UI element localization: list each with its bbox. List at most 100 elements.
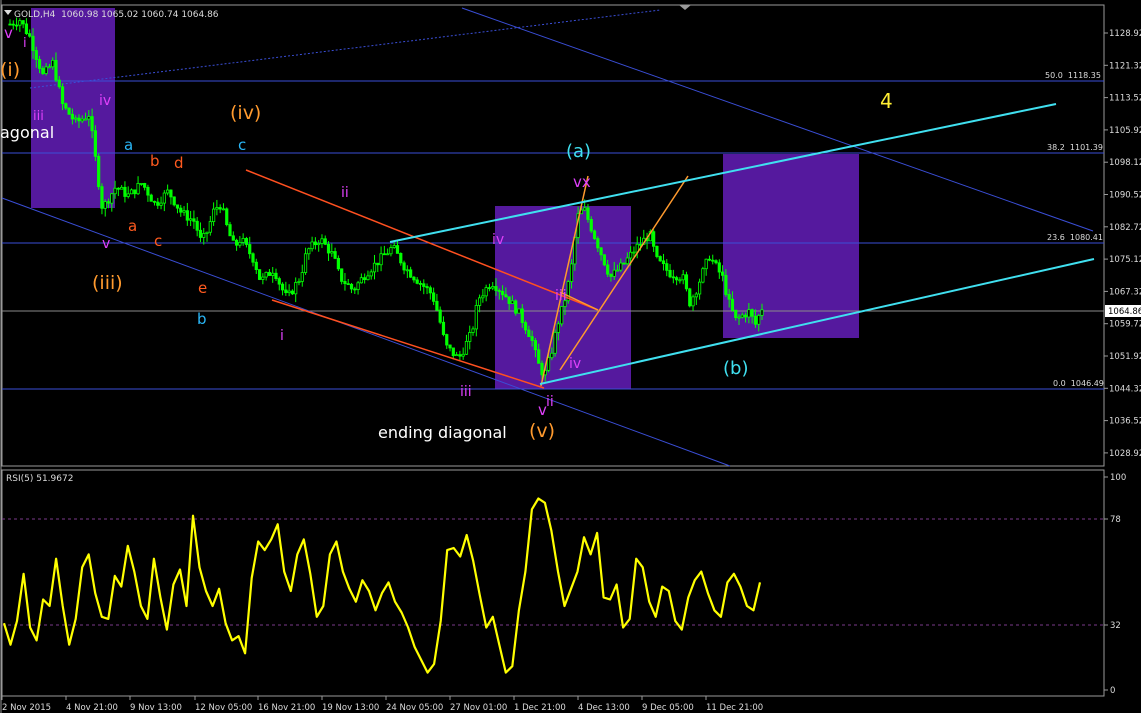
candle-body [533, 340, 538, 351]
candle-body [405, 269, 409, 272]
candle-body [346, 283, 350, 286]
candle-body [202, 233, 206, 238]
candle-body [668, 269, 672, 278]
wave-label: b [150, 152, 160, 170]
candle-body [530, 336, 534, 341]
candle-body [629, 251, 633, 259]
candle-body [211, 208, 216, 223]
candle-body [310, 241, 314, 250]
candle-body [261, 276, 265, 280]
candle-body [652, 231, 656, 247]
candle-body [619, 262, 623, 271]
candle-body [606, 264, 610, 275]
candle-body [720, 271, 725, 276]
candle-body [149, 194, 153, 202]
wave-label: (b) [723, 358, 748, 379]
candle-body [251, 253, 255, 263]
candle-body [638, 243, 643, 246]
wave-label: iii [555, 288, 567, 304]
candle-body [415, 279, 419, 284]
candle-body [18, 20, 22, 26]
candle-body [658, 256, 662, 262]
candle-body [336, 257, 340, 270]
candle-body [743, 314, 748, 318]
wave-label: iii [460, 384, 472, 400]
candle-body [307, 248, 311, 255]
candle-body [205, 231, 209, 234]
wave-label: d [174, 154, 184, 172]
candle-body [471, 328, 475, 333]
candle-body [714, 260, 718, 264]
time-tick-label: 9 Dec 05:00 [642, 703, 694, 713]
wave-label: ii [546, 394, 554, 410]
candle-body [277, 278, 281, 285]
candle-body [661, 260, 666, 265]
candle-body [366, 275, 370, 281]
candle-body [458, 354, 462, 357]
candle-body [264, 271, 268, 278]
candle-body [382, 253, 386, 256]
candle-body [254, 261, 258, 270]
wave-label: (iii) [92, 272, 123, 294]
candle-body [172, 196, 176, 206]
candle-body [455, 354, 459, 357]
fib-label-0: 0.0 1046.49 [1053, 379, 1104, 388]
candle-body [156, 201, 160, 206]
candle-body [625, 257, 629, 265]
candle-body [464, 341, 469, 355]
candle-body [280, 283, 285, 291]
candle-body [730, 298, 735, 311]
candle-body [684, 274, 689, 290]
candle-body [21, 20, 25, 25]
candle-body [271, 272, 275, 276]
time-tick-label: 11 Dec 21:00 [706, 703, 763, 713]
candle-body [77, 117, 81, 122]
candle-body [494, 286, 498, 291]
candle-body [257, 269, 262, 280]
fib-label-236: 23.6 1080.41 [1047, 233, 1103, 242]
price-tick-label: 1098.12 [1109, 158, 1141, 168]
candle-body [527, 329, 531, 338]
candle-body [418, 282, 423, 285]
candle-body [409, 269, 413, 278]
candle-body [412, 276, 416, 281]
candle-body [175, 204, 180, 209]
rsi-tick-label: 100 [1110, 473, 1126, 483]
candle-body [37, 59, 42, 69]
candle-body [760, 309, 764, 316]
candle-body [435, 300, 439, 311]
candle-body [333, 251, 337, 259]
candle-body [537, 349, 541, 364]
candle-body [326, 243, 331, 254]
rsi-tick-label: 78 [1110, 515, 1121, 525]
candle-body [116, 187, 120, 190]
candle-body [244, 238, 249, 245]
candle-body [120, 186, 124, 190]
rsi-tick-label: 32 [1110, 621, 1121, 631]
rsi-title: RSI(5) 51.9672 [6, 474, 73, 484]
candle-body [83, 118, 88, 121]
candle-body [487, 287, 492, 290]
candle-body [678, 279, 682, 282]
candle-body [234, 239, 239, 246]
candle-body [425, 286, 429, 289]
wave-label: (iv) [230, 102, 261, 124]
candle-body [317, 243, 321, 246]
candle-body [655, 245, 659, 257]
price-tick-label: 1028.92 [1109, 449, 1141, 459]
wave-label: v [4, 24, 13, 42]
candle-body [189, 218, 193, 221]
candle-body [622, 262, 626, 265]
candle-body [287, 290, 291, 294]
price-tick-label: 1090.52 [1109, 191, 1141, 201]
candle-body [707, 258, 712, 261]
candle-body [599, 247, 603, 256]
candle-body [303, 253, 308, 273]
candle-body [399, 253, 403, 264]
wave-label: e [198, 279, 207, 297]
candle-body [428, 287, 432, 294]
wave-label: c [154, 232, 162, 250]
candle-body [313, 241, 317, 246]
candle-body [632, 251, 636, 254]
candle-body [445, 334, 449, 346]
